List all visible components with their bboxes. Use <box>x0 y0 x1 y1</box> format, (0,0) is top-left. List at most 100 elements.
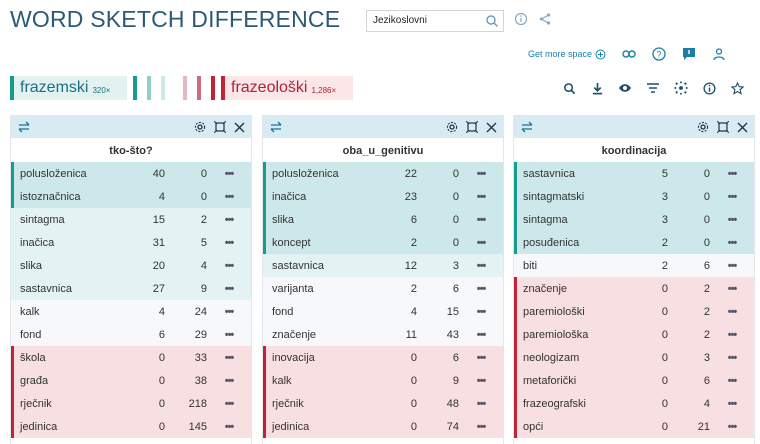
table-row[interactable]: građa 0 38 ••• <box>11 369 251 392</box>
table-row[interactable]: paremiološki 0 2 ••• <box>514 300 754 323</box>
more-icon[interactable]: ••• <box>207 421 251 433</box>
more-icon[interactable]: ••• <box>207 283 251 295</box>
more-icon[interactable]: ••• <box>459 191 503 203</box>
more-icon[interactable]: ••• <box>459 260 503 272</box>
table-row[interactable]: sastavnica 12 3 ••• <box>263 254 503 277</box>
table-row[interactable]: fond 4 15 ••• <box>263 300 503 323</box>
more-icon[interactable]: ••• <box>710 214 754 226</box>
table-row[interactable]: opći 0 21 ••• <box>514 415 754 438</box>
table-row[interactable]: istoznačnica 4 0 ••• <box>11 185 251 208</box>
table-row[interactable]: metaforički 0 6 ••• <box>514 369 754 392</box>
settings-icon[interactable] <box>194 120 206 138</box>
more-icon[interactable]: ••• <box>710 283 754 295</box>
table-row[interactable]: značenje 0 2 ••• <box>514 277 754 300</box>
get-more-space-link[interactable]: Get more space <box>528 49 606 60</box>
table-row[interactable]: biti 2 6 ••• <box>514 254 754 277</box>
more-icon[interactable]: ••• <box>710 260 754 272</box>
expand-icon[interactable] <box>465 120 479 138</box>
table-row[interactable]: rječnik 0 48 ••• <box>263 392 503 415</box>
more-icon[interactable]: ••• <box>459 283 503 295</box>
more-icon[interactable]: ••• <box>207 398 251 410</box>
search-icon[interactable] <box>562 81 576 95</box>
more-icon[interactable]: ••• <box>710 168 754 180</box>
more-icon[interactable]: ••• <box>207 260 251 272</box>
more-icon[interactable]: ••• <box>459 168 503 180</box>
info-icon[interactable] <box>702 81 716 95</box>
more-icon[interactable]: ••• <box>459 398 503 410</box>
star-icon[interactable] <box>730 81 744 95</box>
more-icon[interactable]: ••• <box>710 191 754 203</box>
eye-icon[interactable] <box>618 81 632 95</box>
more-icon[interactable]: ••• <box>459 421 503 433</box>
table-row[interactable]: sintagma 15 2 ••• <box>11 208 251 231</box>
table-row[interactable]: koncept 2 0 ••• <box>263 231 503 254</box>
info-icon[interactable] <box>514 12 528 26</box>
more-icon[interactable]: ••• <box>459 352 503 364</box>
table-row[interactable]: varijanta 2 6 ••• <box>263 277 503 300</box>
feedback-icon[interactable] <box>682 47 696 61</box>
table-row[interactable]: posuđenica 2 0 ••• <box>514 231 754 254</box>
more-icon[interactable]: ••• <box>710 421 754 433</box>
more-icon[interactable]: ••• <box>459 214 503 226</box>
table-row[interactable]: inačica 31 5 ••• <box>11 231 251 254</box>
expand-icon[interactable] <box>213 120 227 138</box>
more-icon[interactable]: ••• <box>207 237 251 249</box>
search-icon[interactable] <box>485 14 499 28</box>
table-row[interactable]: slika 20 4 ••• <box>11 254 251 277</box>
table-row[interactable]: inačica 23 0 ••• <box>263 185 503 208</box>
more-icon[interactable]: ••• <box>710 352 754 364</box>
more-icon[interactable]: ••• <box>710 237 754 249</box>
table-row[interactable]: inovacija 0 6 ••• <box>263 346 503 369</box>
more-icon[interactable]: ••• <box>207 191 251 203</box>
table-row[interactable]: sintagmatski 3 0 ••• <box>514 185 754 208</box>
table-row[interactable]: paremiološka 0 2 ••• <box>514 323 754 346</box>
clusters-icon[interactable] <box>674 81 688 95</box>
table-row[interactable]: fond 6 29 ••• <box>11 323 251 346</box>
expand-icon[interactable] <box>716 120 730 138</box>
more-icon[interactable]: ••• <box>207 168 251 180</box>
search-input[interactable] <box>373 11 478 31</box>
more-icon[interactable]: ••• <box>207 375 251 387</box>
table-row[interactable]: frazeografski 0 4 ••• <box>514 392 754 415</box>
more-icon[interactable]: ••• <box>207 352 251 364</box>
table-row[interactable]: sastavnica 5 0 ••• <box>514 162 754 185</box>
filter-icon[interactable] <box>646 81 660 95</box>
more-icon[interactable]: ••• <box>710 375 754 387</box>
more-icon[interactable]: ••• <box>207 329 251 341</box>
search-box[interactable] <box>366 10 504 32</box>
table-row[interactable]: rječnik 0 218 ••• <box>11 392 251 415</box>
settings-icon[interactable] <box>446 120 458 138</box>
more-icon[interactable]: ••• <box>459 237 503 249</box>
table-row[interactable]: slika 6 0 ••• <box>263 208 503 231</box>
more-icon[interactable]: ••• <box>710 398 754 410</box>
table-row[interactable]: polusloženica 40 0 ••• <box>11 162 251 185</box>
link-icon[interactable] <box>622 47 636 61</box>
more-icon[interactable]: ••• <box>207 306 251 318</box>
swap-icon[interactable] <box>520 120 534 138</box>
table-row[interactable]: kalk 0 9 ••• <box>263 369 503 392</box>
user-icon[interactable] <box>712 47 726 61</box>
close-icon[interactable] <box>234 120 245 138</box>
close-icon[interactable] <box>486 120 497 138</box>
table-row[interactable]: kalk 4 24 ••• <box>11 300 251 323</box>
close-icon[interactable] <box>737 120 748 138</box>
table-row[interactable]: jedinica 0 145 ••• <box>11 415 251 438</box>
more-icon[interactable]: ••• <box>207 214 251 226</box>
swap-icon[interactable] <box>269 120 283 138</box>
table-row[interactable]: jedinica 0 74 ••• <box>263 415 503 438</box>
table-row[interactable]: sastavnica 27 9 ••• <box>11 277 251 300</box>
table-row[interactable]: škola 0 33 ••• <box>11 346 251 369</box>
more-icon[interactable]: ••• <box>459 375 503 387</box>
settings-icon[interactable] <box>697 120 709 138</box>
table-row[interactable]: sintagma 3 0 ••• <box>514 208 754 231</box>
more-icon[interactable]: ••• <box>459 329 503 341</box>
table-row[interactable]: neologizam 0 3 ••• <box>514 346 754 369</box>
more-icon[interactable]: ••• <box>710 329 754 341</box>
more-icon[interactable]: ••• <box>459 306 503 318</box>
table-row[interactable]: polusloženica 22 0 ••• <box>263 162 503 185</box>
swap-icon[interactable] <box>17 120 31 138</box>
help-icon[interactable]: ? <box>652 47 666 61</box>
table-row[interactable]: značenje 11 43 ••• <box>263 323 503 346</box>
download-icon[interactable] <box>590 81 604 95</box>
more-icon[interactable]: ••• <box>710 306 754 318</box>
